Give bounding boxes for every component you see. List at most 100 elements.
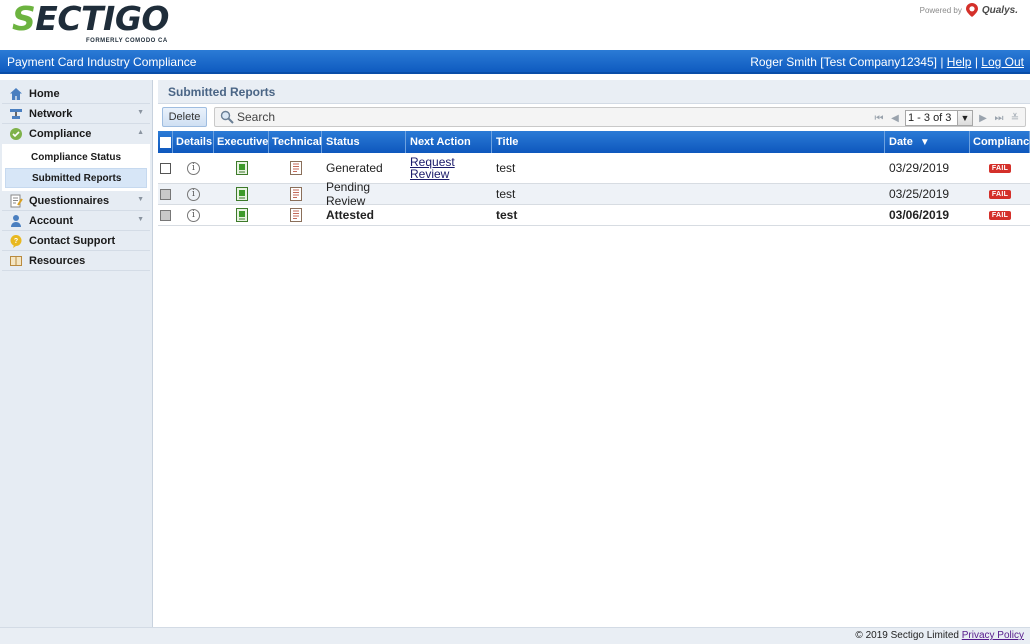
prev-page-icon[interactable]: ◀ — [889, 113, 901, 124]
home-icon — [9, 87, 23, 101]
questionnaire-icon — [9, 194, 23, 208]
sidebar-item-network[interactable]: Network ▼ — [2, 104, 150, 124]
compliance-submenu: Compliance Status Submitted Reports — [2, 144, 150, 191]
next-page-icon[interactable]: ▶ — [977, 113, 989, 124]
compliance-cell: FAIL — [970, 184, 1030, 204]
sidebar-item-contact-support[interactable]: ? Contact Support — [2, 231, 150, 251]
column-header-next-action[interactable]: Next Action — [406, 131, 492, 153]
date-header-label: Date — [889, 136, 913, 148]
chevron-down-icon[interactable]: ▼ — [137, 109, 144, 116]
date-cell: 03/25/2019 — [889, 187, 950, 201]
column-header-executive[interactable]: Executive — [214, 131, 269, 153]
user-name: Roger Smith [Test Company12345] — [750, 55, 937, 69]
page-title: Submitted Reports — [168, 85, 276, 99]
search-icon — [220, 110, 234, 124]
sidebar-item-questionnaires[interactable]: Questionnaires ▼ — [2, 191, 150, 211]
user-info: Roger Smith [Test Company12345] | Help |… — [750, 55, 1024, 69]
qualys-name: Qualys. — [981, 4, 1018, 16]
executive-cell — [214, 153, 269, 183]
compliance-cell: FAIL — [970, 205, 1030, 225]
row-checkbox[interactable] — [160, 209, 171, 221]
brand-bar: SECTIGO FORMERLY COMODO CA Powered by Qu… — [0, 0, 1030, 50]
technical-report-icon[interactable] — [289, 208, 302, 222]
support-icon: ? — [9, 234, 23, 248]
executive-report-icon[interactable] — [235, 187, 248, 201]
chevron-down-icon[interactable]: ▼ — [957, 111, 972, 125]
info-icon[interactable]: i — [187, 161, 200, 175]
sidebar: Home Network ▼ Compliance ▲ Compliance S… — [0, 80, 153, 627]
technical-report-icon[interactable] — [289, 161, 302, 175]
compliance-icon — [9, 127, 23, 141]
svg-text:?: ? — [14, 238, 18, 245]
column-header-status[interactable]: Status — [322, 131, 406, 153]
sidebar-item-home[interactable]: Home — [2, 84, 150, 104]
title-cell: test — [496, 187, 516, 201]
logout-link[interactable]: Log Out — [981, 55, 1024, 69]
info-icon[interactable]: i — [187, 208, 200, 222]
powered-by-label: Powered by — [919, 5, 962, 15]
copyright: © 2019 Sectigo Limited Privacy Policy — [855, 630, 1024, 641]
table-row[interactable]: i Generated Request Review test 03/29/20… — [158, 153, 1030, 184]
row-checkbox[interactable] — [160, 188, 171, 200]
search-bar[interactable]: Search ⏮ ◀ 1 - 3 of 3 ▼ ▶ ⏭ ≚ — [214, 107, 1026, 127]
request-review-link[interactable]: Review — [410, 168, 449, 180]
delete-button[interactable]: Delete — [162, 107, 207, 127]
resources-icon — [9, 254, 23, 268]
sidebar-item-account[interactable]: Account ▼ — [2, 211, 150, 231]
executive-report-icon[interactable] — [235, 208, 248, 222]
app-header-bar: Payment Card Industry Compliance Roger S… — [0, 50, 1030, 74]
subnav-compliance-status[interactable]: Compliance Status — [5, 147, 147, 167]
main-panel: Submitted Reports Delete Search ⏮ ◀ 1 - … — [158, 80, 1030, 627]
chevron-up-icon[interactable]: ▲ — [137, 129, 144, 136]
qualys-logo-icon — [965, 3, 978, 17]
technical-cell — [269, 205, 322, 225]
select-all-checkbox[interactable] — [159, 136, 171, 148]
table-row[interactable]: i Pending Review test 03/25/2019 FAIL — [158, 180, 1030, 208]
pager: ⏮ ◀ 1 - 3 of 3 ▼ ▶ ⏭ ≚ — [873, 108, 1021, 128]
status-cell: Pending Review — [326, 180, 371, 208]
executive-report-icon[interactable] — [235, 161, 248, 175]
technical-report-icon[interactable] — [289, 187, 302, 201]
info-icon[interactable]: i — [187, 187, 200, 201]
next-action-cell — [406, 205, 492, 225]
last-page-icon[interactable]: ⏭ — [993, 113, 1005, 124]
compliance-cell: FAIL — [970, 153, 1030, 183]
status-cell: Attested — [326, 208, 375, 222]
table-row[interactable]: i Attested test 03/06/2019 FAIL — [158, 205, 1030, 226]
privacy-policy-link[interactable]: Privacy Policy — [962, 630, 1024, 641]
sidebar-item-label: Account — [29, 214, 73, 227]
page-select[interactable]: 1 - 3 of 3 ▼ — [905, 110, 973, 126]
column-header-technical[interactable]: Technical — [269, 131, 322, 153]
logo-accent-letter: S — [12, 0, 36, 38]
network-icon — [9, 107, 23, 121]
app-title: Payment Card Industry Compliance — [7, 55, 197, 69]
next-action-cell: Request Review — [406, 153, 492, 183]
sort-desc-icon[interactable]: ▼ — [920, 137, 930, 148]
fail-badge: FAIL — [988, 163, 1012, 173]
copyright-text: © 2019 Sectigo Limited — [855, 630, 959, 641]
powered-by: Powered by Qualys. — [920, 2, 1018, 18]
chevron-down-icon[interactable]: ▼ — [137, 196, 144, 203]
column-header-title[interactable]: Title — [492, 131, 885, 153]
help-link[interactable]: Help — [947, 55, 972, 69]
collapse-icon[interactable]: ≚ — [1009, 113, 1021, 124]
page-title-bar: Submitted Reports — [158, 80, 1030, 104]
executive-cell — [214, 205, 269, 225]
sidebar-item-compliance[interactable]: Compliance ▲ — [2, 124, 150, 144]
sectigo-logo[interactable]: SECTIGO FORMERLY COMODO CA — [12, 2, 172, 48]
column-header-compliance[interactable]: Compliance — [970, 131, 1030, 153]
table-header: Details Executive Technical Status Next … — [158, 131, 1030, 153]
row-checkbox[interactable] — [160, 162, 171, 174]
details-cell: i — [173, 153, 214, 183]
subnav-submitted-reports[interactable]: Submitted Reports — [5, 168, 147, 188]
technical-cell — [269, 184, 322, 204]
first-page-icon[interactable]: ⏮ — [873, 113, 885, 124]
column-header-date[interactable]: Date ▼ — [885, 131, 970, 153]
separator: | — [974, 55, 978, 69]
chevron-down-icon[interactable]: ▼ — [137, 216, 144, 223]
row-checkbox-cell — [158, 184, 173, 204]
footer: © 2019 Sectigo Limited Privacy Policy — [0, 627, 1030, 644]
column-header-details[interactable]: Details — [173, 131, 214, 153]
details-cell: i — [173, 184, 214, 204]
sidebar-item-resources[interactable]: Resources — [2, 251, 150, 271]
